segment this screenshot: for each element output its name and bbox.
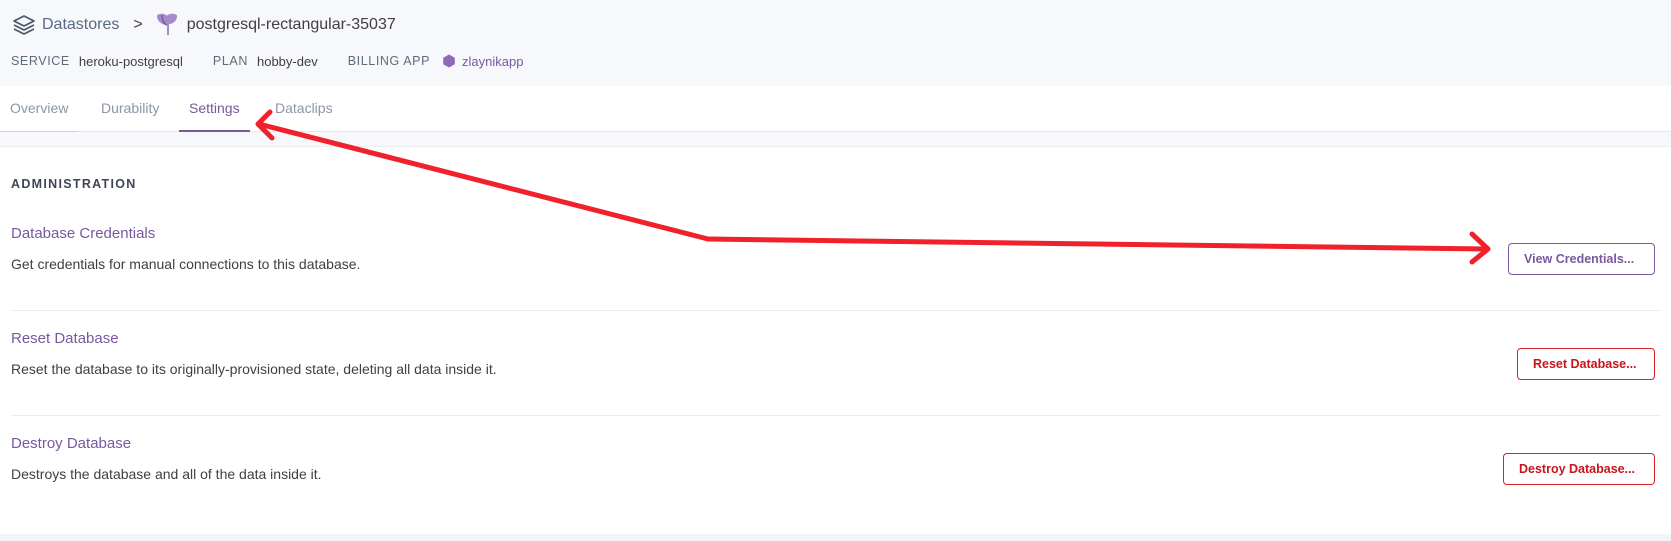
- plan-value: hobby-dev: [256, 53, 318, 69]
- layers-stack-icon: [10, 11, 38, 39]
- header: Datastores > postgresql-rectangular-3503…: [0, 0, 1671, 86]
- service-label: SERVICE: [11, 54, 70, 68]
- breadcrumb-separator: >: [133, 16, 143, 33]
- view-credentials-button[interactable]: View Credentials...: [1508, 243, 1655, 275]
- tab-settings[interactable]: Settings: [179, 86, 250, 132]
- breadcrumb-datastores-link[interactable]: Datastores: [42, 16, 119, 34]
- reset-database-button[interactable]: Reset Database...: [1517, 348, 1655, 380]
- plan-label: PLAN: [212, 54, 248, 68]
- tab-overview[interactable]: Overview: [0, 86, 79, 132]
- bottom-strip: [0, 534, 1671, 541]
- reset-row: Reset Database Reset the database to its…: [11, 330, 1661, 377]
- row-divider: [11, 415, 1661, 416]
- breadcrumb-current: postgresql-rectangular-35037: [186, 16, 396, 33]
- addon-meta: SERVICE heroku-postgresql PLAN hobby-dev…: [11, 52, 523, 70]
- destroy-row: Destroy Database Destroys the database a…: [11, 435, 1661, 482]
- hexagon-app-icon: [442, 54, 456, 68]
- tab-durability[interactable]: Durability: [91, 86, 169, 132]
- postgres-elephant-icon: [153, 11, 181, 39]
- credentials-row: Database Credentials Get credentials for…: [11, 225, 1661, 272]
- tab-bar: Overview Durability Settings Dataclips: [0, 86, 1671, 132]
- page: Datastores > postgresql-rectangular-3503…: [0, 0, 1671, 541]
- administration-panel: ADMINISTRATION Database Credentials Get …: [0, 146, 1671, 534]
- administration-heading: ADMINISTRATION: [11, 177, 137, 191]
- billing-app-link[interactable]: zlaynikapp: [462, 54, 523, 69]
- breadcrumb: Datastores > postgresql-rectangular-3503…: [10, 10, 396, 40]
- destroy-database-button[interactable]: Destroy Database...: [1503, 453, 1655, 485]
- reset-description: Reset the database to its originally-pro…: [11, 361, 497, 377]
- credentials-title: Database Credentials: [11, 225, 156, 242]
- destroy-title: Destroy Database: [11, 435, 132, 452]
- billing-app-label: BILLING APP: [347, 54, 431, 68]
- tab-dataclips[interactable]: Dataclips: [265, 86, 343, 132]
- row-divider: [11, 310, 1661, 311]
- content-gap: [0, 132, 1671, 146]
- credentials-description: Get credentials for manual connections t…: [11, 256, 361, 272]
- reset-title: Reset Database: [11, 330, 119, 347]
- destroy-description: Destroys the database and all of the dat…: [11, 466, 322, 482]
- service-value: heroku-postgresql: [78, 53, 183, 69]
